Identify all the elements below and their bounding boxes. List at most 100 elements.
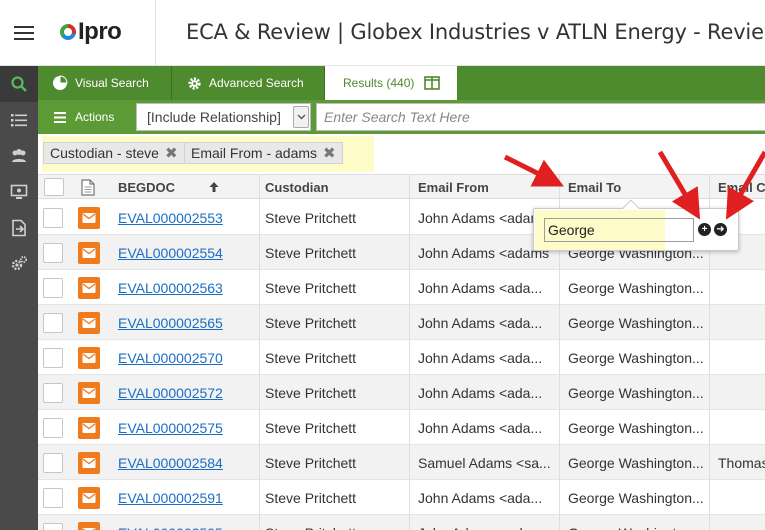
tab-visual-search-label: Visual Search	[75, 76, 149, 90]
begdoc-link[interactable]: EVAL000002554	[118, 235, 223, 270]
email-cc-cell	[718, 480, 765, 515]
column-header-custodian[interactable]: Custodian	[265, 175, 329, 199]
filter-chip-label: Custodian - steve	[50, 145, 159, 161]
email-to-cell: George Washington...	[568, 454, 704, 471]
custodian-cell: Steve Pritchett	[265, 349, 357, 366]
outlook-email-icon	[78, 480, 100, 515]
tab-visual-search[interactable]: Visual Search	[38, 66, 172, 100]
close-icon[interactable]: ✖	[323, 144, 336, 162]
table-row[interactable]: EVAL000002591 Steve Pritchett John Adams <…	[38, 480, 765, 515]
begdoc-link[interactable]: EVAL000002591	[118, 480, 223, 515]
relationship-select[interactable]: [Include Relationship]	[136, 103, 311, 131]
outlook-email-icon	[78, 445, 100, 480]
custodian-cell: Steve Pritchett	[265, 384, 357, 401]
begdoc-link[interactable]: EVAL000002584	[118, 445, 223, 480]
header-divider	[155, 0, 156, 66]
tab-results[interactable]: Results (440)	[325, 66, 457, 100]
search-text-input[interactable]	[316, 103, 765, 131]
rail-people-icon[interactable]	[0, 138, 38, 174]
row-checkbox[interactable]	[43, 410, 63, 445]
tab-results-label: Results (440)	[343, 76, 415, 90]
custodian-cell: Steve Pritchett	[265, 209, 357, 226]
add-filter-icon[interactable]: +	[698, 223, 711, 236]
email-to-cell: George Washington...	[568, 279, 704, 296]
columns-view-icon[interactable]	[424, 75, 441, 91]
custodian-cell: Steve Pritchett	[265, 454, 357, 471]
begdoc-link[interactable]: EVAL000002563	[118, 270, 223, 305]
table-row[interactable]: EVAL000002575 Steve Pritchett John Adams <…	[38, 410, 765, 445]
grid-header-row: BEGDOC Custodian Email From Email To Ema…	[38, 175, 765, 199]
column-header-email-cc[interactable]: Email C	[718, 175, 765, 199]
apply-filter-arrow-icon[interactable]: ➜	[714, 223, 727, 236]
actions-button[interactable]: Actions	[38, 100, 133, 134]
row-checkbox[interactable]	[43, 305, 63, 340]
app-header: Ipro ECA & Review | Globex Industries v …	[0, 0, 765, 66]
email-to-cell: George Washington...	[568, 419, 704, 436]
row-checkbox[interactable]	[43, 375, 63, 410]
tab-advanced-search[interactable]: Advanced Search	[173, 66, 325, 100]
column-filter-popup: + ➜	[533, 199, 739, 251]
hamburger-menu-icon[interactable]	[0, 0, 48, 66]
rail-settings-icon[interactable]	[0, 246, 38, 282]
table-row[interactable]: EVAL000002563 Steve Pritchett John Adams <…	[38, 270, 765, 305]
email-cc-cell	[718, 270, 765, 305]
left-nav-rail	[0, 66, 38, 530]
table-row[interactable]: EVAL000002595 Steve Pritchett John Adams <…	[38, 515, 765, 530]
page-title: ECA & Review | Globex Industries v ATLN …	[186, 20, 765, 44]
filter-chip-label: Email From - adams	[191, 145, 318, 161]
email-from-cell: John Adams <ada...	[418, 349, 543, 366]
menu-icon	[54, 111, 66, 123]
row-checkbox[interactable]	[43, 445, 63, 480]
custodian-cell: Steve Pritchett	[265, 419, 357, 436]
row-checkbox[interactable]	[43, 235, 63, 270]
logo-mark-icon	[60, 24, 76, 40]
outlook-email-icon	[78, 375, 100, 410]
filter-chip-custodian[interactable]: Custodian - steve ✖	[43, 142, 185, 164]
column-header-email-from[interactable]: Email From	[418, 175, 489, 199]
email-from-cell: John Adams <ada...	[418, 279, 543, 296]
outlook-email-icon	[78, 515, 100, 530]
column-header-email-to[interactable]: Email To	[568, 175, 621, 199]
begdoc-link[interactable]: EVAL000002553	[118, 200, 223, 235]
rail-monitor-icon[interactable]	[0, 174, 38, 210]
row-checkbox[interactable]	[43, 270, 63, 305]
column-filter-input[interactable]	[544, 218, 694, 242]
outlook-email-icon	[78, 410, 100, 445]
table-row[interactable]: EVAL000002565 Steve Pritchett John Adams <…	[38, 305, 765, 340]
begdoc-link[interactable]: EVAL000002575	[118, 410, 223, 445]
table-row[interactable]: EVAL000002584 Steve Pritchett Samuel Adams…	[38, 445, 765, 480]
row-checkbox[interactable]	[43, 200, 63, 235]
row-checkbox[interactable]	[43, 515, 63, 530]
email-to-cell: George Washington...	[568, 515, 706, 530]
table-row[interactable]: EVAL000002570 Steve Pritchett John Adams <…	[38, 340, 765, 375]
chevron-down-icon[interactable]	[293, 106, 309, 128]
app-logo: Ipro	[60, 18, 122, 46]
column-header-begdoc[interactable]: BEGDOC	[118, 175, 175, 199]
outlook-email-icon	[78, 270, 100, 305]
begdoc-link[interactable]: EVAL000002595	[118, 515, 223, 530]
email-cc-cell: Thomas	[718, 454, 765, 471]
rail-search-icon[interactable]	[0, 66, 38, 102]
custodian-cell: Steve Pritchett	[265, 279, 357, 296]
email-to-cell: George Washington...	[568, 489, 704, 506]
table-row[interactable]: EVAL000002572 Steve Pritchett John Adams <…	[38, 375, 765, 410]
sort-ascending-icon[interactable]	[208, 175, 220, 199]
active-filters-row: Custodian - steve ✖ Email From - adams ✖	[38, 134, 765, 174]
select-all-checkbox[interactable]	[44, 175, 64, 199]
close-icon[interactable]: ✖	[165, 144, 178, 162]
begdoc-link[interactable]: EVAL000002572	[118, 375, 223, 410]
custodian-cell: Steve Pritchett	[265, 314, 357, 331]
begdoc-link[interactable]: EVAL000002570	[118, 340, 223, 375]
begdoc-link[interactable]: EVAL000002565	[118, 305, 223, 340]
rail-export-icon[interactable]	[0, 210, 38, 246]
filter-chip-email-from[interactable]: Email From - adams ✖	[184, 142, 343, 164]
email-from-cell: John Adams <ada...	[418, 489, 543, 506]
email-from-cell: Samuel Adams <sa...	[418, 454, 551, 471]
row-checkbox[interactable]	[43, 340, 63, 375]
relationship-select-value: [Include Relationship]	[147, 109, 281, 125]
rail-list-icon[interactable]	[0, 102, 38, 138]
email-cc-cell	[718, 305, 765, 340]
custodian-cell: Steve Pritchett	[265, 244, 357, 261]
email-to-cell: George Washington...	[568, 384, 704, 401]
row-checkbox[interactable]	[43, 480, 63, 515]
